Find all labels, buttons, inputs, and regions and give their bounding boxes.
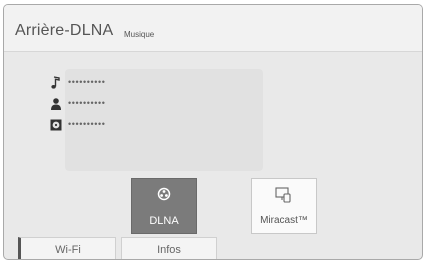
page-subtitle: Musique xyxy=(124,30,155,39)
album-value: •••••••••• xyxy=(68,119,106,129)
dlna-button[interactable]: DLNA xyxy=(131,178,197,234)
miracast-button-label: Miracast™ xyxy=(260,215,308,226)
screen-mirroring-icon xyxy=(275,187,293,208)
person-icon xyxy=(50,97,62,111)
miracast-button[interactable]: Miracast™ xyxy=(251,178,317,234)
tab-wifi[interactable]: Wi-Fi xyxy=(18,237,116,259)
dlna-button-label: DLNA xyxy=(149,215,179,227)
tab-wifi-label: Wi-Fi xyxy=(55,244,81,256)
album-icon xyxy=(50,118,62,132)
page-title: Arrière-DLNA xyxy=(15,22,114,39)
music-note-icon xyxy=(50,76,62,90)
artist-value: •••••••••• xyxy=(68,98,106,108)
tab-infos-label: Infos xyxy=(157,244,181,256)
dlna-network-icon xyxy=(157,187,171,206)
header-bar: Arrière-DLNA Musique xyxy=(4,5,422,52)
tab-infos[interactable]: Infos xyxy=(121,237,217,259)
track-title-value: •••••••••• xyxy=(68,77,106,87)
rear-dlna-screen: Arrière-DLNA Musique •••••••••• ••••••••… xyxy=(3,4,423,260)
